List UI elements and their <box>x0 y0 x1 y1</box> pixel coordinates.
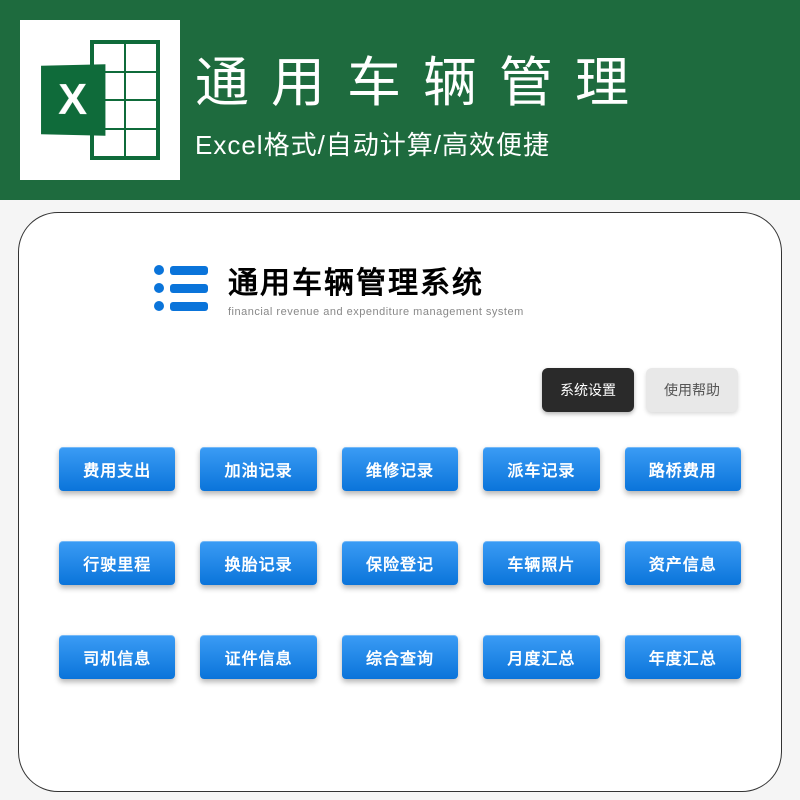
excel-icon-container: X <box>20 20 180 180</box>
menu-annual-summary[interactable]: 年度汇总 <box>625 635 741 679</box>
menu-expense[interactable]: 费用支出 <box>59 447 175 491</box>
menu-monthly-summary[interactable]: 月度汇总 <box>483 635 599 679</box>
menu-toll-fee[interactable]: 路桥费用 <box>625 447 741 491</box>
menu-insurance[interactable]: 保险登记 <box>342 541 458 585</box>
menu-query[interactable]: 综合查询 <box>342 635 458 679</box>
help-button[interactable]: 使用帮助 <box>646 368 738 412</box>
top-buttons-row: 系统设置 使用帮助 <box>54 368 738 412</box>
excel-icon: X <box>40 40 160 160</box>
menu-asset-info[interactable]: 资产信息 <box>625 541 741 585</box>
banner-title: 通用车辆管理 <box>195 38 651 117</box>
banner: X 通用车辆管理 Excel格式/自动计算/高效便捷 <box>0 0 800 200</box>
menu-tire-record[interactable]: 换胎记录 <box>200 541 316 585</box>
menu-license-info[interactable]: 证件信息 <box>200 635 316 679</box>
banner-subtitle: Excel格式/自动计算/高效便捷 <box>195 125 651 162</box>
system-title: 通用车辆管理系统 <box>228 258 524 302</box>
banner-text: 通用车辆管理 Excel格式/自动计算/高效便捷 <box>195 38 651 162</box>
card-header: 通用车辆管理系统 financial revenue and expenditu… <box>154 258 746 318</box>
system-settings-button[interactable]: 系统设置 <box>542 368 634 412</box>
menu-mileage[interactable]: 行驶里程 <box>59 541 175 585</box>
menu-vehicle-photo[interactable]: 车辆照片 <box>483 541 599 585</box>
list-icon <box>154 265 208 311</box>
menu-driver-info[interactable]: 司机信息 <box>59 635 175 679</box>
menu-dispatch-record[interactable]: 派车记录 <box>483 447 599 491</box>
menu-fuel-record[interactable]: 加油记录 <box>200 447 316 491</box>
main-card: 通用车辆管理系统 financial revenue and expenditu… <box>18 212 782 792</box>
system-subtitle: financial revenue and expenditure manage… <box>228 306 524 318</box>
menu-repair-record[interactable]: 维修记录 <box>342 447 458 491</box>
menu-grid: 费用支出 加油记录 维修记录 派车记录 路桥费用 行驶里程 换胎记录 保险登记 … <box>54 447 746 679</box>
excel-x-letter: X <box>41 64 105 136</box>
